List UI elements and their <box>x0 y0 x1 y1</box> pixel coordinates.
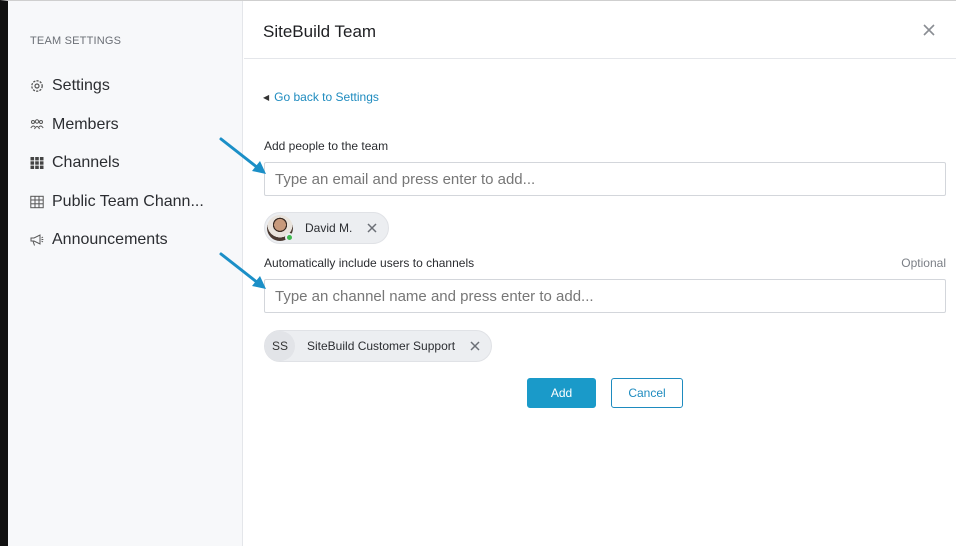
close-icon[interactable] <box>366 222 378 234</box>
sidebar-item-settings[interactable]: Settings <box>30 67 235 106</box>
channels-grid-icon <box>30 156 44 170</box>
page-title: SiteBuild Team <box>263 22 377 41</box>
cancel-button[interactable]: Cancel <box>611 378 683 408</box>
sidebar-heading: TEAM SETTINGS <box>30 35 122 47</box>
sidebar-item-label: Settings <box>52 77 110 95</box>
modal-header: SiteBuild Team <box>244 1 956 59</box>
member-chip: David M. <box>264 212 390 244</box>
avatar <box>267 215 294 242</box>
auto-include-channels-label: Automatically include users to channels <box>264 256 475 270</box>
channel-initials-avatar: SS <box>265 331 295 361</box>
channel-input[interactable] <box>264 279 946 313</box>
main-content: ◀ Go back to Settings Add people to the … <box>244 60 956 546</box>
sidebar-item-public-team-channels[interactable]: Public Team Chann... <box>30 183 235 222</box>
add-people-label: Add people to the team <box>264 139 389 153</box>
table-icon <box>30 195 44 209</box>
back-link-label: Go back to Settings <box>274 90 379 104</box>
close-icon[interactable] <box>920 21 938 39</box>
close-icon[interactable] <box>469 340 481 352</box>
email-input[interactable] <box>264 162 946 196</box>
online-status-dot <box>285 233 294 242</box>
sidebar-item-channels[interactable]: Channels <box>30 144 235 183</box>
sidebar-list: Settings Members Channels Public Team Ch… <box>30 67 235 260</box>
member-chip-label: David M. <box>305 221 353 235</box>
channel-chip: SS SiteBuild Customer Support <box>264 330 493 362</box>
gear-icon <box>30 79 44 93</box>
caret-left-icon: ◀ <box>263 92 270 102</box>
sidebar-item-label: Channels <box>52 154 120 172</box>
megaphone-icon <box>30 233 44 247</box>
sidebar-item-label: Announcements <box>52 231 168 249</box>
sidebar-item-label: Public Team Chann... <box>52 192 204 210</box>
sidebar-item-members[interactable]: Members <box>30 106 235 145</box>
sidebar: TEAM SETTINGS Settings Members Channels … <box>8 1 243 546</box>
members-icon <box>30 118 44 132</box>
back-to-settings-link[interactable]: ◀ Go back to Settings <box>263 90 379 104</box>
optional-label: Optional <box>901 256 946 270</box>
add-button[interactable]: Add <box>527 378 596 408</box>
sidebar-item-announcements[interactable]: Announcements <box>30 221 235 260</box>
sidebar-item-label: Members <box>52 115 119 133</box>
channel-chip-label: SiteBuild Customer Support <box>307 339 456 353</box>
